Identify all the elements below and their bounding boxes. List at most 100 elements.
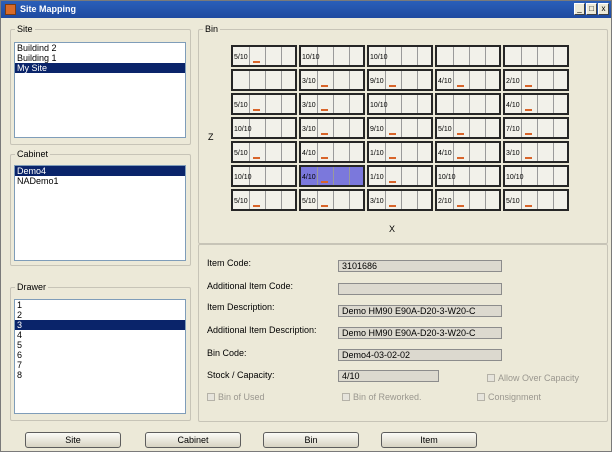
bin-cell[interactable]: 4/10 [435,69,501,91]
bin-divider [417,119,418,137]
bin-divider [265,167,266,185]
bin-cell[interactable]: 5/10 [231,141,297,163]
additional-item-code-field[interactable] [338,283,502,295]
bin-cell[interactable]: 5/10 [231,45,297,67]
additional-item-description-label: Additional Item Description: [207,325,317,335]
title-bar[interactable]: Site Mapping _ □ x [1,1,611,18]
bin-cell[interactable]: 3/10 [299,117,365,139]
consignment-checkbox[interactable]: Consignment [477,392,541,402]
bin-code-label: Bin Code: [207,348,247,358]
site-list-item[interactable]: Building 1 [15,53,185,63]
bin-cell[interactable]: 4/10 [503,93,569,115]
bin-cell[interactable]: 10/10 [299,45,365,67]
bin-divider [537,191,538,209]
bin-cell[interactable]: 3/10 [367,189,433,211]
bin-cell[interactable]: 10/10 [367,93,433,115]
maximize-button[interactable]: □ [586,3,597,15]
bin-occupied-marker [389,133,396,135]
site-mapping-window: Site Mapping _ □ x Site Buildind 2 Buildi… [0,0,612,452]
bin-cell[interactable]: 10/10 [503,165,569,187]
item-description-field[interactable]: Demo HM90 E90A-D20-3-W20-C [338,305,502,317]
bin-divider [485,95,486,113]
bin-cell[interactable] [435,93,501,115]
bin-cell[interactable]: 5/10 [299,189,365,211]
drawer-list-item[interactable]: 4 [15,330,185,340]
bin-cell[interactable]: 10/10 [231,165,297,187]
drawer-list-item[interactable]: 8 [15,370,185,380]
bin-divider [485,191,486,209]
item-code-field[interactable]: 3101686 [338,260,502,272]
bin-divider [553,143,554,161]
bin-cell[interactable]: 10/10 [231,117,297,139]
additional-item-description-field[interactable]: Demo HM90 E90A-D20-3-W20-C [338,327,502,339]
checkbox-box [342,393,350,401]
bin-cell[interactable]: 1/10 [367,141,433,163]
cabinet-button[interactable]: Cabinet [145,432,241,448]
stock-capacity-field[interactable]: 4/10 [338,370,439,382]
bin-cell[interactable]: 2/10 [503,69,569,91]
bin-cell[interactable]: 5/10 [231,93,297,115]
drawer-list-item[interactable]: 6 [15,350,185,360]
bin-occupied-marker [253,61,260,63]
bin-cell[interactable]: 4/10 [435,141,501,163]
item-button[interactable]: Item [381,432,477,448]
bin-divider [417,47,418,65]
bin-stock-label: 5/10 [438,126,452,133]
bin-divider [469,71,470,89]
bin-cell[interactable] [231,69,297,91]
bin-cell[interactable]: 7/10 [503,117,569,139]
bin-of-reworked-checkbox[interactable]: Bin of Reworked. [342,392,422,402]
bin-divider [485,167,486,185]
cabinet-list-item[interactable]: Demo4 [15,166,185,176]
bin-cell[interactable]: 9/10 [367,69,433,91]
bin-divider [317,119,318,137]
drawer-list[interactable]: 12345678 [14,299,186,414]
bin-divider [265,71,266,89]
bin-occupied-marker [321,157,328,159]
bin-cell[interactable]: 4/10 [299,141,365,163]
drawer-list-item[interactable]: 1 [15,300,185,310]
minimize-button[interactable]: _ [574,3,585,15]
drawer-list-item[interactable]: 7 [15,360,185,370]
bin-cell[interactable]: 10/10 [367,45,433,67]
drawer-list-item[interactable]: 3 [15,320,185,330]
drawer-list-item[interactable]: 2 [15,310,185,320]
bin-cell[interactable]: 3/10 [503,141,569,163]
close-button[interactable]: x [598,3,609,15]
site-list-item[interactable]: My Site [15,63,185,73]
bin-divider [485,143,486,161]
site-list[interactable]: Buildind 2 Building 1 My Site [14,42,186,138]
bin-stock-label: 2/10 [438,198,452,205]
bin-stock-label: 4/10 [438,150,452,157]
bin-cell[interactable]: 5/10 [435,117,501,139]
bin-cell[interactable]: 3/10 [299,93,365,115]
bin-divider [469,167,470,185]
bin-cell[interactable]: 5/10 [231,189,297,211]
bin-cell[interactable]: 5/10 [503,189,569,211]
bin-divider [537,71,538,89]
bin-code-field[interactable]: Demo4-03-02-02 [338,349,502,361]
cabinet-list[interactable]: Demo4 NADemo1 [14,165,186,261]
site-list-item[interactable]: Buildind 2 [15,43,185,53]
bin-divider [553,119,554,137]
bin-occupied-marker [321,85,328,87]
stock-capacity-label: Stock / Capacity: [207,370,275,380]
bin-cell[interactable]: 2/10 [435,189,501,211]
cabinet-list-item[interactable]: NADemo1 [15,176,185,186]
bin-stock-label: 10/10 [370,54,388,61]
bin-cell[interactable]: 3/10 [299,69,365,91]
bin-cell[interactable] [503,45,569,67]
bin-cell[interactable]: 9/10 [367,117,433,139]
bin-cell[interactable]: 4/10 [299,165,365,187]
site-button[interactable]: Site [25,432,121,448]
bin-divider [401,143,402,161]
bin-cell[interactable] [435,45,501,67]
bin-of-used-checkbox[interactable]: Bin of Used [207,392,265,402]
bin-cell[interactable]: 10/10 [435,165,501,187]
bin-button[interactable]: Bin [263,432,359,448]
bin-divider [385,143,386,161]
bin-cell[interactable]: 1/10 [367,165,433,187]
allow-over-capacity-checkbox[interactable]: Allow Over Capacity [487,373,579,383]
bin-stock-label: 5/10 [234,198,248,205]
drawer-list-item[interactable]: 5 [15,340,185,350]
